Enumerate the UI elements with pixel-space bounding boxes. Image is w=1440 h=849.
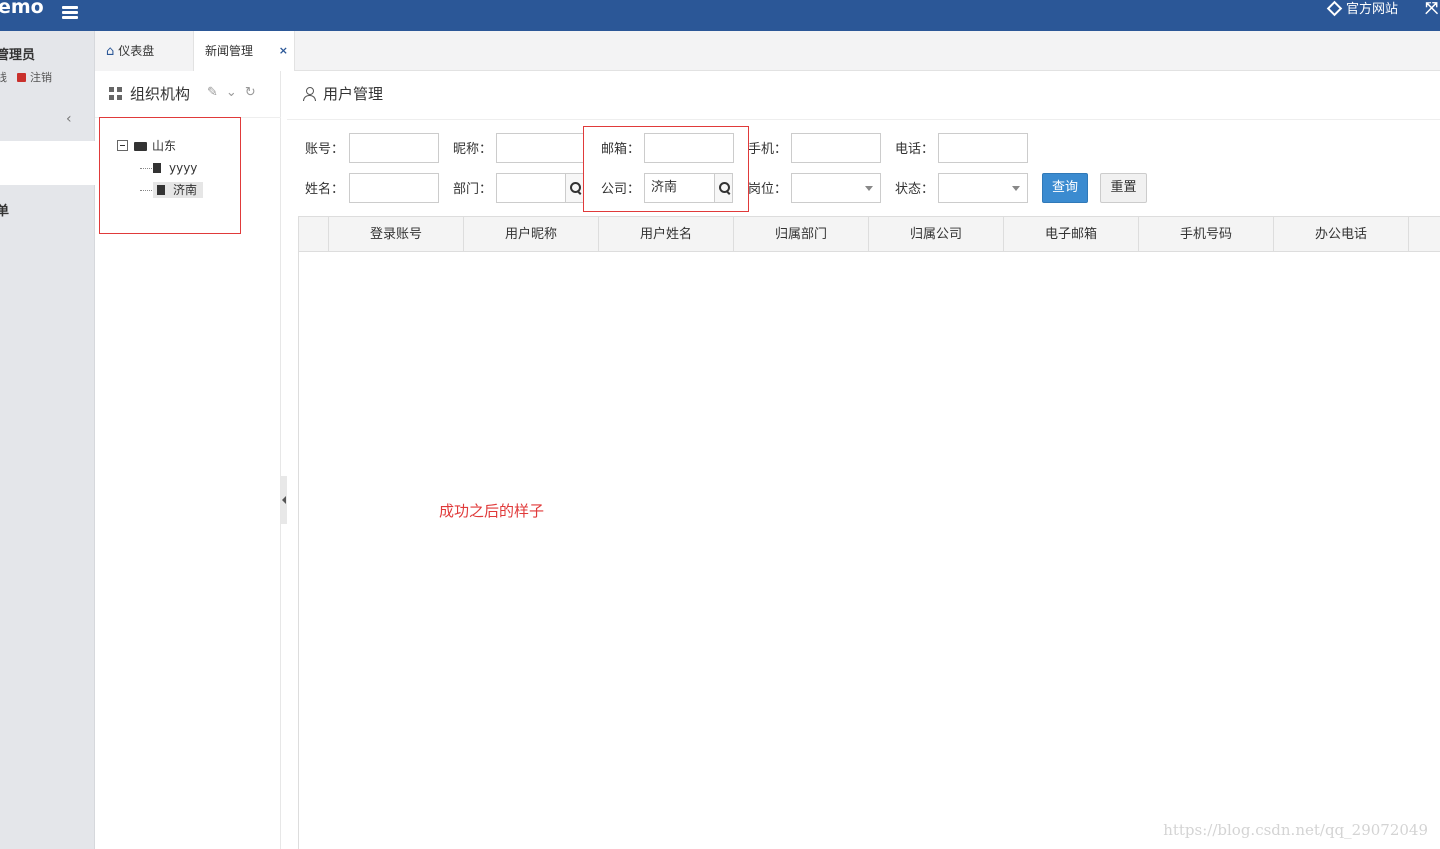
grid-header-cell[interactable]: 归属部门: [734, 217, 869, 251]
file-icon: [153, 163, 161, 173]
org-tree: 山东 yyyy 济南: [117, 135, 204, 201]
folder-open-icon: [134, 142, 147, 151]
org-panel-title: 组织机构: [109, 83, 190, 104]
official-site-label: 官方网站: [1345, 2, 1398, 17]
tab-news-management[interactable]: 新闻管理 ×: [194, 31, 295, 71]
tab-news-label: 新闻管理: [205, 44, 254, 58]
account-label: 账号：: [305, 142, 345, 157]
org-panel: 组织机构 ✎⌄↻ 山东 yyyy 济南: [95, 71, 281, 849]
top-navbar: emo 官方网站 ⤧: [0, 0, 1440, 31]
tree-connector: [140, 190, 152, 191]
grid-header-cell[interactable]: 手机号码: [1139, 217, 1274, 251]
tree-node-label: yyyy: [169, 161, 198, 175]
department-label: 部门：: [453, 182, 493, 197]
watermark: https://blog.csdn.net/qq_29072049: [1163, 821, 1428, 839]
grid-header-cell[interactable]: 办公电话: [1274, 217, 1409, 251]
grid-header-cell[interactable]: 电子邮箱: [1004, 217, 1139, 251]
sidebar-search-area[interactable]: [0, 141, 95, 185]
phone-input[interactable]: [938, 133, 1028, 163]
nickname-input[interactable]: [496, 133, 584, 163]
tree-node-root[interactable]: 山东: [117, 135, 203, 157]
page-tabs: ⌂ 仪表盘 新闻管理 ×: [95, 31, 1440, 71]
chevron-down-icon[interactable]: ⌄: [226, 85, 245, 100]
name-input[interactable]: [349, 173, 439, 203]
reset-button[interactable]: 重置: [1100, 173, 1147, 203]
user-links: 线 注销: [0, 69, 52, 85]
logout-link[interactable]: 注销: [30, 71, 52, 84]
edit-icon[interactable]: ✎: [207, 85, 226, 100]
refresh-icon[interactable]: ↻: [245, 85, 264, 100]
phone-label: 电话：: [895, 142, 935, 157]
fullscreen-icon[interactable]: ⤧: [1425, 0, 1438, 18]
grid-header-cell[interactable]: 归属公司: [869, 217, 1004, 251]
logout-icon: [17, 73, 26, 82]
tab-dashboard[interactable]: ⌂ 仪表盘: [95, 31, 194, 71]
tree-node-child-selected[interactable]: 济南: [117, 179, 204, 201]
divider: [287, 119, 1440, 120]
grid-header-cell[interactable]: 登录账号: [329, 217, 464, 251]
grid-header-cell[interactable]: 用户昵称: [464, 217, 599, 251]
org-title-label: 组织机构: [130, 85, 191, 103]
search-icon[interactable]: [565, 174, 583, 202]
post-label: 岗位：: [748, 182, 788, 197]
menu-toggle-icon[interactable]: [62, 6, 78, 20]
mobile-input[interactable]: [791, 133, 881, 163]
official-site-link[interactable]: 官方网站: [1326, 0, 1398, 17]
account-input[interactable]: [349, 133, 439, 163]
tree-node-label: 山东: [152, 139, 177, 153]
user-role: 管理员: [0, 48, 36, 63]
status-label: 状态：: [895, 182, 935, 197]
status-select[interactable]: [938, 173, 1028, 203]
close-icon[interactable]: ×: [279, 31, 288, 71]
left-sidebar: 管理员 线 注销 ‹ 单: [0, 31, 95, 849]
tab-dashboard-label: 仪表盘: [118, 44, 155, 58]
tree-node-label: 济南: [173, 183, 198, 197]
diamond-icon: [1326, 0, 1343, 17]
post-select[interactable]: [791, 173, 881, 203]
grid-header: 登录账号 用户昵称 用户姓名 归属部门 归属公司 电子邮箱 手机号码 办公电话: [299, 216, 1440, 252]
app-brand[interactable]: emo: [0, 0, 44, 18]
page-title-label: 用户管理: [323, 85, 384, 103]
name-label: 姓名：: [305, 182, 345, 197]
sidebar-collapse-icon[interactable]: ‹: [66, 111, 72, 127]
sidebar-menu-label[interactable]: 单: [0, 200, 9, 219]
grid-header-cell[interactable]: 用户姓名: [599, 217, 734, 251]
department-input[interactable]: [496, 173, 584, 203]
grid-header-rownum: [299, 217, 329, 251]
caret-down-icon: [1012, 186, 1020, 191]
caret-down-icon: [865, 186, 873, 191]
query-button[interactable]: 查询: [1042, 173, 1088, 203]
user-icon: [303, 87, 316, 101]
main-content: 用户管理 账号： 昵称： 邮箱： 手机： 电话： 姓名： 部门： 公司： 济南 …: [287, 71, 1440, 849]
org-tools: ✎⌄↻: [207, 85, 264, 100]
annotation-note: 成功之后的样子: [439, 502, 545, 520]
tree-node-child[interactable]: yyyy: [117, 157, 203, 179]
grid-icon: [109, 87, 122, 100]
collapse-toggle-icon[interactable]: [117, 140, 128, 151]
file-icon: [157, 185, 165, 195]
mobile-label: 手机：: [748, 142, 788, 157]
nickname-label: 昵称：: [453, 142, 493, 157]
online-link[interactable]: 线: [0, 71, 7, 84]
annotation-box-form: [583, 126, 749, 212]
page-title: 用户管理: [303, 83, 383, 104]
user-grid: 登录账号 用户昵称 用户姓名 归属部门 归属公司 电子邮箱 手机号码 办公电话 …: [298, 216, 1440, 849]
home-icon: ⌂: [106, 44, 115, 59]
tree-connector: [140, 168, 152, 169]
